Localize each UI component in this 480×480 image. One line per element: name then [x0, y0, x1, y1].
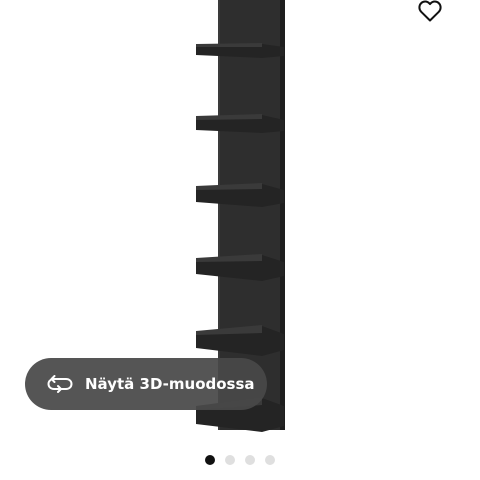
view-3d-label: Näytä 3D-muodossa — [85, 375, 255, 393]
rotate-3d-icon — [45, 374, 75, 394]
product-gallery: Näytä 3D-muodossa — [0, 0, 480, 480]
view-3d-button[interactable]: Näytä 3D-muodossa — [25, 358, 267, 410]
shelf — [196, 43, 284, 58]
shelf — [196, 254, 284, 281]
shelf — [196, 325, 284, 356]
carousel-dot[interactable] — [245, 455, 255, 465]
carousel-indicator — [0, 455, 480, 467]
favourite-button[interactable] — [412, 0, 448, 26]
carousel-dot[interactable] — [265, 455, 275, 465]
heart-icon — [418, 0, 442, 22]
carousel-dot[interactable] — [225, 455, 235, 465]
carousel-dot[interactable] — [205, 455, 215, 465]
shelf — [196, 183, 284, 207]
